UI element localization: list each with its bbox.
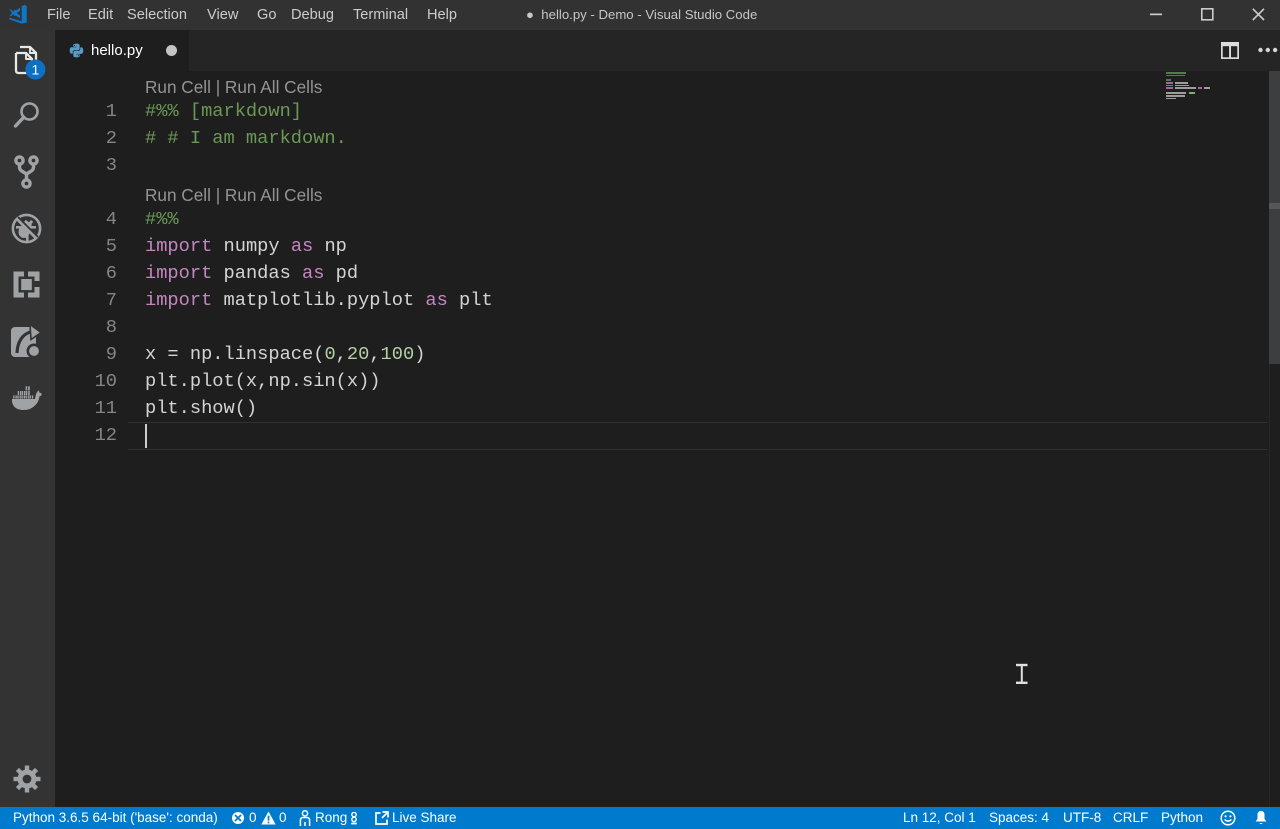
svg-text:1: 1 — [32, 62, 40, 78]
